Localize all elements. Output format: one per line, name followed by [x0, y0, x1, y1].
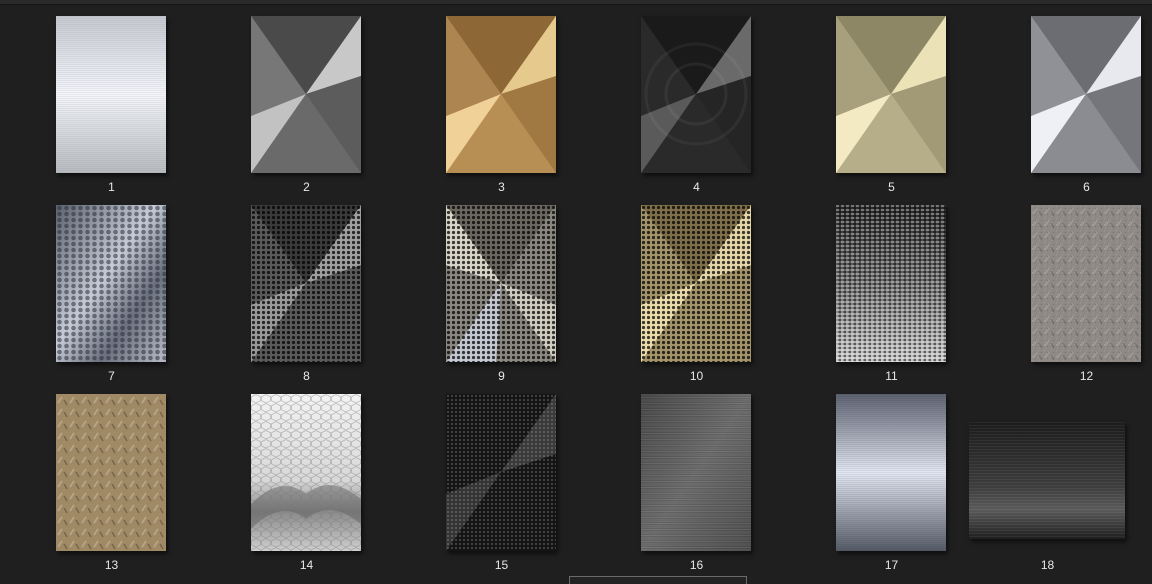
thumbnail-label: 14: [299, 558, 314, 572]
thumbnail-image[interactable]: [1031, 205, 1141, 362]
thumbnail-label: 16: [689, 558, 704, 572]
thumbnail-item-2[interactable]: 2: [209, 5, 404, 194]
thumbnail-label: 1: [108, 180, 115, 194]
thumbnail-label: 12: [1079, 369, 1094, 383]
thumbnail-image[interactable]: [446, 16, 556, 173]
thumbnail-image[interactable]: [56, 394, 166, 551]
thumbnail-item-6[interactable]: 6: [989, 5, 1152, 194]
thumbnail-label: 8: [303, 369, 310, 383]
thumbnail-image[interactable]: [251, 394, 361, 551]
thumbnail-label: 7: [108, 369, 115, 383]
thumbnail-item-10[interactable]: 10: [599, 194, 794, 383]
thumbnail-image[interactable]: [446, 205, 556, 362]
thumbnail-image[interactable]: [836, 205, 946, 362]
thumbnail-label: 3: [498, 180, 505, 194]
thumbnail-item-11[interactable]: 11: [794, 194, 989, 383]
thumbnail-item-5[interactable]: 5: [794, 5, 989, 194]
thumbnail-label: 6: [1083, 180, 1090, 194]
horizontal-scrollbar-thumb[interactable]: [569, 576, 747, 584]
thumbnail-image[interactable]: [1031, 16, 1141, 173]
thumbnail-image[interactable]: [56, 16, 166, 173]
thumbnail-item-9[interactable]: 9: [404, 194, 599, 383]
thumbnail-item-13[interactable]: 13: [14, 383, 209, 572]
thumbnail-label: 2: [303, 180, 310, 194]
thumbnail-label: 15: [494, 558, 509, 572]
thumbnail-label: 5: [888, 180, 895, 194]
thumbnail-label: 9: [498, 369, 505, 383]
thumbnail-item-12[interactable]: 12: [989, 194, 1152, 383]
thumbnail-label: 18: [1040, 558, 1055, 572]
thumbnail-image[interactable]: [251, 205, 361, 362]
thumbnail-item-3[interactable]: 3: [404, 5, 599, 194]
thumbnail-image[interactable]: [641, 205, 751, 362]
thumbnail-label: 10: [689, 369, 704, 383]
texture-thumbnail-grid: 1 2 3 4 5 6 7 8 9 10 11 12 13 14 15 16 1…: [0, 0, 1152, 584]
thumbnail-image[interactable]: [641, 394, 751, 551]
thumbnail-item-18[interactable]: 18: [950, 383, 1145, 572]
thumbnail-item-8[interactable]: 8: [209, 194, 404, 383]
thumbnail-image[interactable]: [836, 394, 946, 551]
thumbnail-image[interactable]: [836, 16, 946, 173]
thumbnail-image[interactable]: [446, 394, 556, 551]
thumbnail-item-16[interactable]: 16: [599, 383, 794, 572]
thumbnail-image[interactable]: [641, 16, 751, 173]
thumbnail-item-15[interactable]: 15: [404, 383, 599, 572]
thumbnail-item-1[interactable]: 1: [14, 5, 209, 194]
thumbnail-image[interactable]: [251, 16, 361, 173]
thumbnail-label: 13: [104, 558, 119, 572]
thumbnail-label: 11: [885, 369, 898, 383]
thumbnail-label: 4: [693, 180, 700, 194]
thumbnail-image[interactable]: [969, 422, 1125, 539]
thumbnail-item-7[interactable]: 7: [14, 194, 209, 383]
thumbnail-item-4[interactable]: 4: [599, 5, 794, 194]
thumbnail-item-14[interactable]: 14: [209, 383, 404, 572]
thumbnail-image[interactable]: [56, 205, 166, 362]
